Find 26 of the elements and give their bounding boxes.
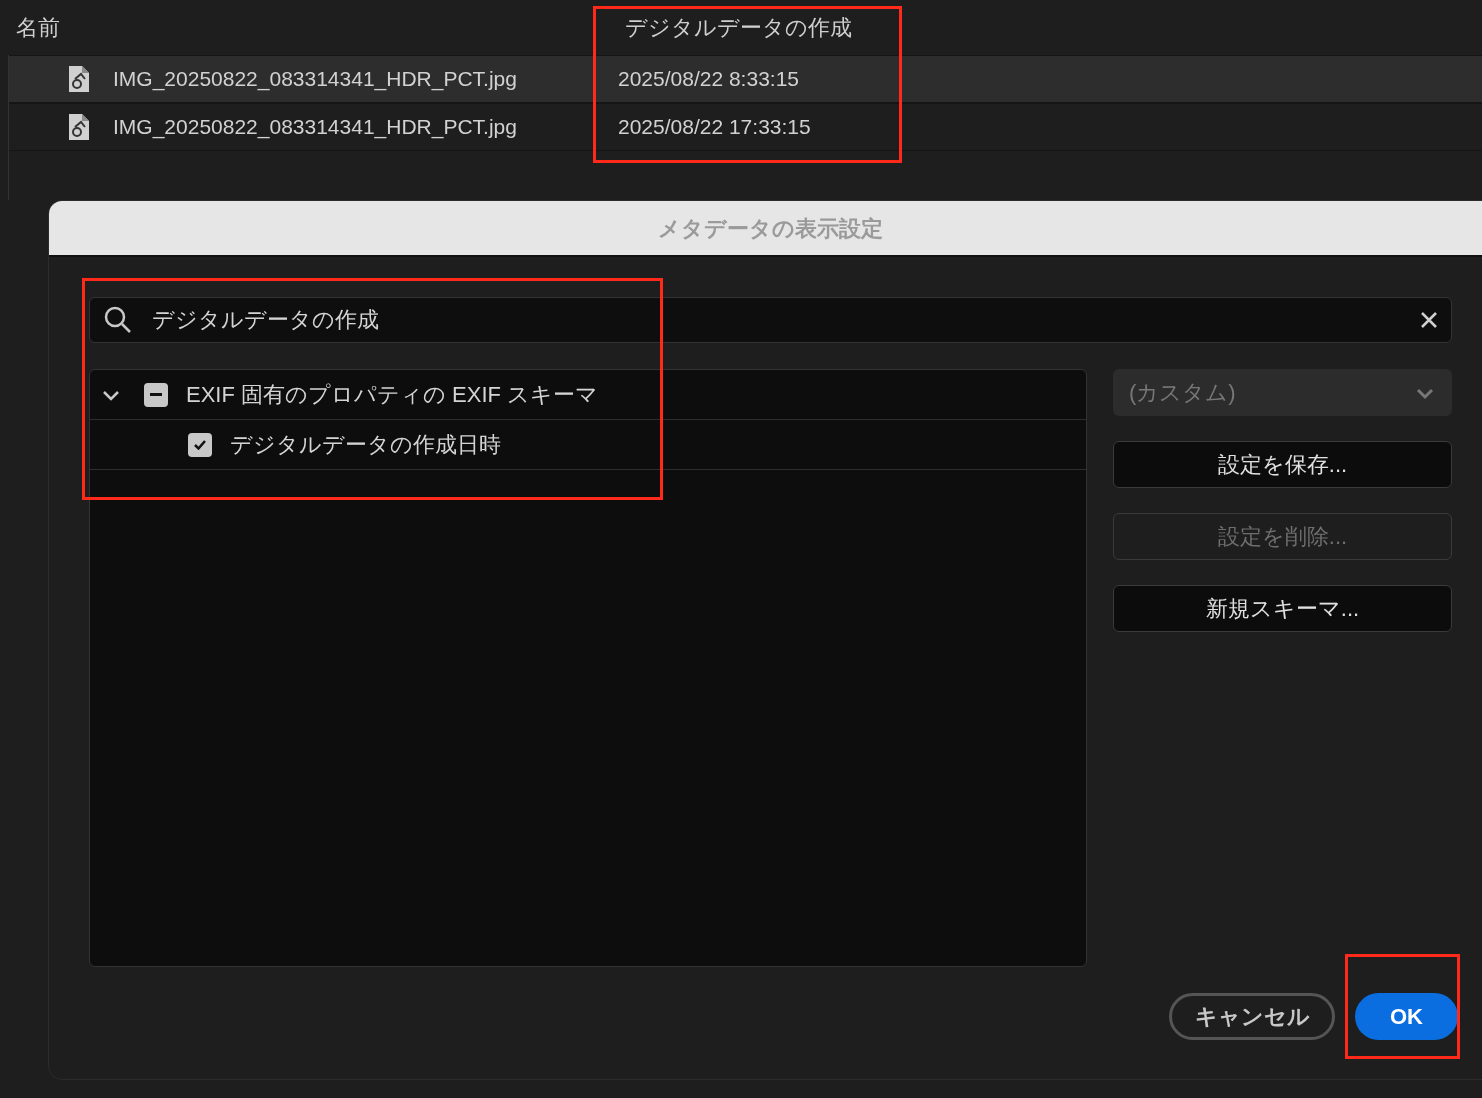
ok-button[interactable]: OK [1355,993,1458,1040]
checkbox[interactable] [188,432,212,457]
check-mark-icon [194,439,206,450]
image-file-icon [67,65,91,93]
tree-label: デジタルデータの作成日時 [230,431,501,459]
tree-row[interactable]: EXIF 固有のプロパティの EXIF スキーマ [90,370,1086,420]
date-cell-text: 2025/08/22 8:33:15 [618,66,799,93]
search-icon [103,305,133,335]
search-field[interactable]: デジタルデータの作成 [89,297,1452,343]
cancel-button[interactable]: キャンセル [1169,993,1335,1040]
column-header[interactable]: デジタルデータの作成 [625,11,852,44]
close-icon[interactable] [1420,311,1438,329]
tree-label: EXIF 固有のプロパティの EXIF スキーマ [186,381,599,409]
dialog-title: メタデータの表示設定 [657,214,883,243]
file-row[interactable]: IMG_20250822_083314341_HDR_PCT.jpg 2025/08/22 17:33:15 [9,103,1482,151]
minus-icon [150,393,162,396]
dialog-button[interactable]: 新規スキーマ... [1113,585,1452,632]
file-name: IMG_20250822_083314341_HDR_PCT.jpg [113,114,518,141]
column-header[interactable]: 名前 [16,11,625,44]
image-file-icon [67,113,91,141]
file-row[interactable]: IMG_20250822_083314341_HDR_PCT.jpg 2025/08/22 8:33:15 [9,55,1482,103]
file-name: IMG_20250822_083314341_HDR_PCT.jpg [113,66,518,93]
checkbox[interactable] [144,382,168,407]
date-cell-text: 2025/08/22 17:33:15 [618,114,811,141]
tree-row[interactable]: デジタルデータの作成日時 [90,420,1086,470]
dialog-button[interactable]: 設定を保存... [1113,441,1452,488]
